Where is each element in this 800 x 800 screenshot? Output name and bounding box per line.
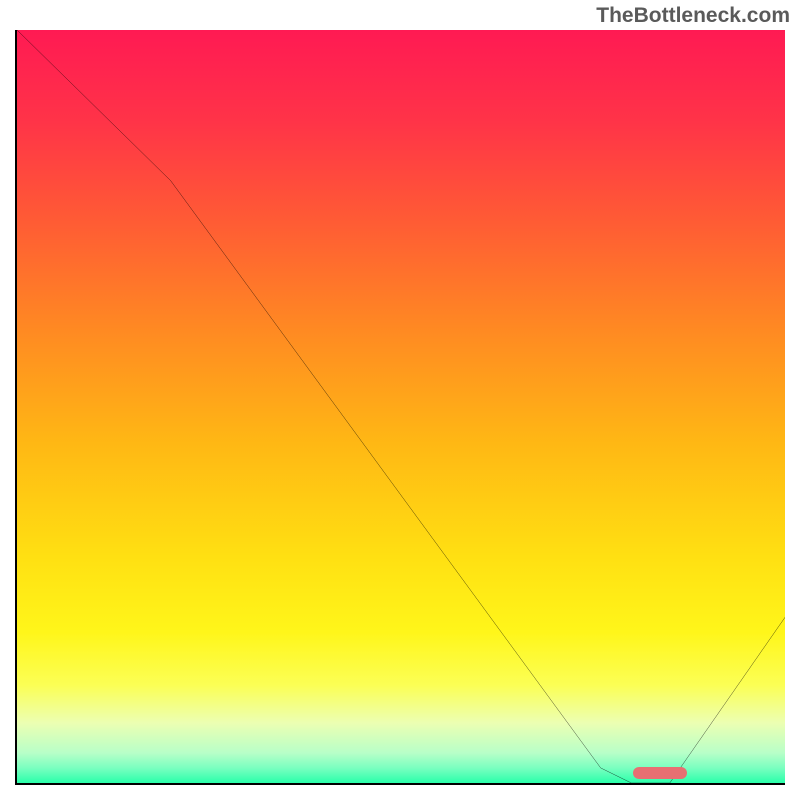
watermark-text: TheBottleneck.com	[596, 4, 790, 28]
plot-area	[15, 30, 785, 785]
optimal-marker	[633, 767, 687, 779]
bottleneck-curve	[17, 30, 785, 783]
